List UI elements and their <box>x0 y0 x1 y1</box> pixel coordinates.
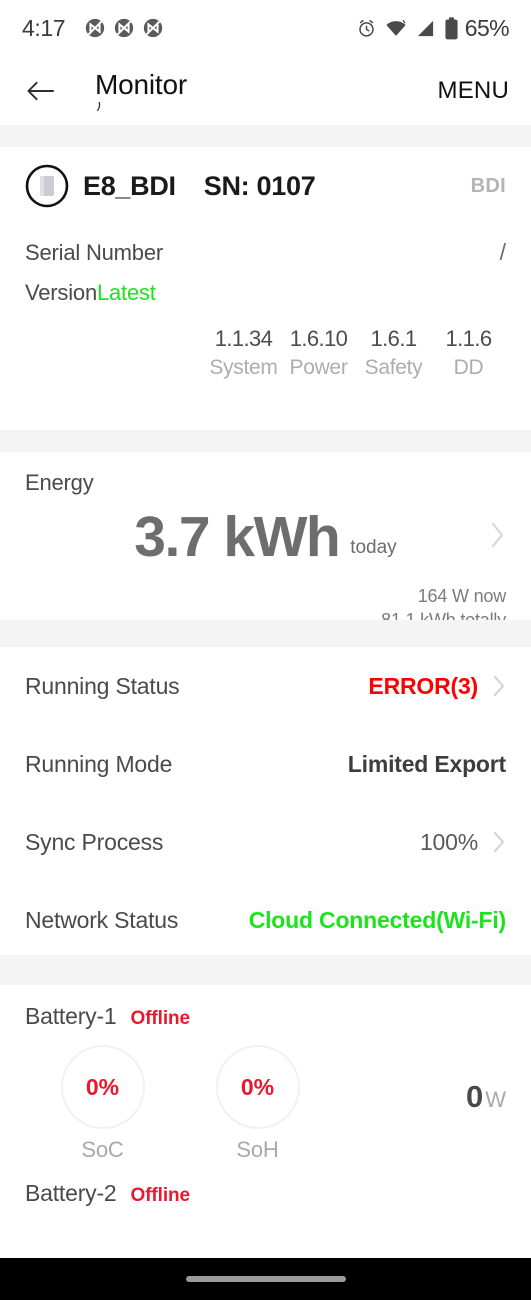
battery-1-gauges: 0% SoC 0% SoH 0 W <box>25 1044 506 1164</box>
running-status-label: Running Status <box>25 672 180 699</box>
chevron-right-icon[interactable] <box>492 674 506 698</box>
battery-1-soc-gauge: 0% SoC <box>25 1045 180 1163</box>
section-divider <box>0 620 531 647</box>
battery-section: Battery-1 Offline 0% SoC 0% SoH 0 W Batt… <box>0 985 531 1258</box>
firmware-version-caption: System <box>209 356 278 379</box>
notification-icons <box>84 17 164 39</box>
silent-notification-icon <box>144 18 163 38</box>
gesture-home-pill[interactable] <box>185 1276 346 1282</box>
battery-icon <box>445 16 458 39</box>
device-header[interactable]: E8_BDI SN: 0107 BDI <box>25 147 506 225</box>
firmware-version-item: 1.6.1 Safety <box>356 326 431 380</box>
battery-1-soh-caption: SoH <box>236 1137 279 1162</box>
energy-section[interactable]: Energy 3.7 kWh today 164 W now 81.1 kWh … <box>0 452 531 630</box>
running-mode-row: Running Mode Limited Export <box>25 725 506 803</box>
firmware-version-caption: Safety <box>364 356 423 379</box>
energy-now-value: 164 W now <box>417 586 506 606</box>
firmware-version-grid: 1.1.34 System 1.6.10 Power 1.6.1 Safety … <box>25 324 506 402</box>
soh-ring: 0% <box>215 1045 300 1129</box>
device-sn: SN: 0107 <box>203 170 316 201</box>
alarm-clock-icon <box>359 19 374 37</box>
app-screen: 4:17 65% Monitor MENU E8_BDI SN: 0107 BD… <box>0 0 531 1300</box>
sync-process-label: Sync Process <box>25 828 164 855</box>
battery-2-status-badge: Offline <box>130 1185 191 1206</box>
sync-process-value: 100% <box>419 828 478 855</box>
section-divider <box>0 125 531 147</box>
device-info-section: E8_BDI SN: 0107 BDI Serial Number / Vers… <box>0 147 531 430</box>
running-status-value-wrap: ERROR(3) <box>368 673 506 700</box>
soc-ring: 0% <box>60 1045 145 1129</box>
battery-1-header[interactable]: Battery-1 Offline <box>25 1003 506 1030</box>
battery-2-name: Battery-2 <box>25 1180 117 1206</box>
page-subtitle: ） <box>95 102 438 111</box>
serial-number-label: Serial Number <box>25 239 164 265</box>
network-status-row: Network Status Cloud Connected(Wi-Fi) <box>25 881 506 959</box>
app-bar: Monitor ） MENU <box>0 56 531 125</box>
sync-process-value-wrap: 100% <box>420 829 506 856</box>
device-name: E8_BDI <box>83 170 176 201</box>
chevron-right-icon[interactable] <box>492 830 506 854</box>
cellular-signal-icon <box>417 20 433 36</box>
section-divider <box>0 955 531 985</box>
battery-1-name: Battery-1 <box>25 1003 117 1029</box>
app-bar-title-wrap: Monitor ） <box>95 69 438 112</box>
back-button[interactable] <box>22 73 58 109</box>
firmware-version-number: 1.1.6 <box>445 326 493 351</box>
battery-1-power-value: 0 <box>465 1079 484 1114</box>
battery-percent-label: 65% <box>464 14 510 41</box>
running-status-row[interactable]: Running Status ERROR(3) <box>25 647 506 725</box>
system-navigation-bar <box>0 1258 531 1300</box>
running-mode-value: Limited Export <box>347 750 506 777</box>
battery-1-power-unit: W <box>485 1087 506 1112</box>
serial-number-row: Serial Number / <box>25 225 506 280</box>
status-list-section: Running Status ERROR(3) Running Mode Lim… <box>0 647 531 955</box>
running-status-value: ERROR(3) <box>368 672 478 699</box>
battery-1-soc-caption: SoC <box>81 1137 124 1162</box>
network-status-label: Network Status <box>25 906 179 933</box>
version-label: Version <box>25 280 97 305</box>
energy-period-label: today <box>350 537 397 558</box>
battery-1-power: 0 W <box>466 1079 506 1129</box>
firmware-version-number: 1.6.1 <box>370 326 418 351</box>
version-row[interactable]: Version Latest <box>25 280 506 324</box>
network-status-value: Cloud Connected(Wi-Fi) <box>248 906 506 933</box>
inverter-device-icon <box>25 164 69 208</box>
firmware-version-caption: Power <box>289 356 348 379</box>
battery-1-status-badge: Offline <box>130 1008 191 1029</box>
firmware-version-caption: DD <box>453 356 484 379</box>
back-arrow-icon <box>26 81 54 100</box>
firmware-version-item: 1.6.10 Power <box>281 326 356 380</box>
battery-1-soc-value: 0% <box>85 1073 120 1100</box>
battery-1-soh-gauge: 0% SoH <box>180 1045 335 1163</box>
menu-button[interactable]: MENU <box>438 77 509 105</box>
sync-process-row[interactable]: Sync Process 100% <box>25 803 506 881</box>
firmware-version-number: 1.6.10 <box>289 326 348 351</box>
running-mode-label: Running Mode <box>25 750 173 777</box>
battery-1-soh-value: 0% <box>240 1073 275 1100</box>
status-bar-clock: 4:17 <box>22 14 66 41</box>
wifi-icon <box>386 19 406 36</box>
status-bar-left: 4:17 <box>22 15 164 42</box>
firmware-version-number: 1.1.34 <box>214 326 273 351</box>
serial-number-value: / <box>499 239 506 265</box>
energy-label: Energy <box>25 470 94 495</box>
firmware-version-item: 1.1.6 DD <box>431 326 506 380</box>
version-status-badge: Latest <box>96 280 156 305</box>
battery-2-header[interactable]: Battery-2 Offline <box>25 1180 506 1207</box>
silent-notification-icon <box>86 18 105 38</box>
energy-main-row: 3.7 kWh today <box>25 508 506 566</box>
page-title: Monitor <box>95 69 187 100</box>
status-bar: 4:17 65% <box>0 0 531 56</box>
status-bar-right: 65% <box>356 14 510 42</box>
device-type-badge: BDI <box>470 174 506 197</box>
chevron-right-icon[interactable] <box>490 521 506 554</box>
silent-notification-icon <box>115 18 134 38</box>
section-divider <box>0 430 531 452</box>
firmware-version-item: 1.1.34 System <box>206 326 281 380</box>
energy-today-value: 3.7 kWh <box>134 505 340 569</box>
